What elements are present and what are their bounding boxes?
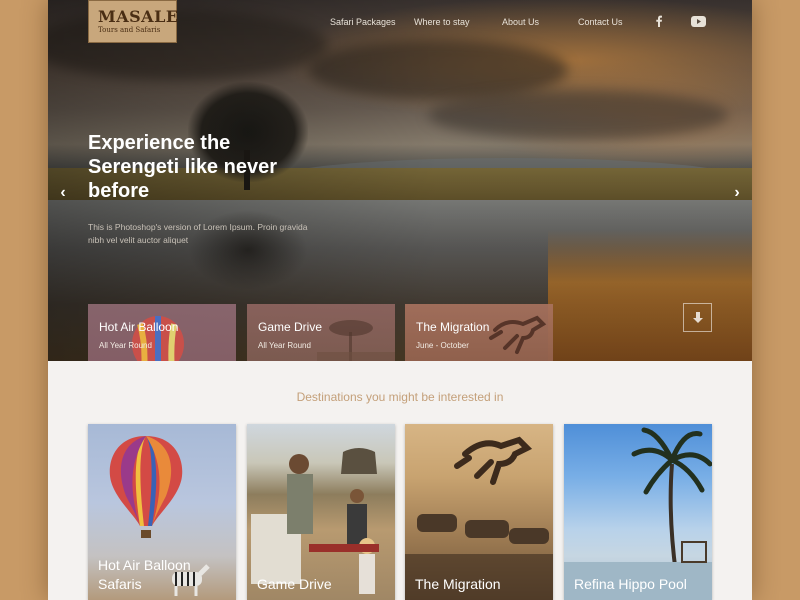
wildebeest-image: [489, 315, 547, 354]
featured-card-title: Game Drive: [258, 320, 323, 334]
destination-card-title: Hot Air Balloon Safaris: [98, 556, 191, 594]
slider-next-arrow[interactable]: ›: [730, 185, 744, 201]
nav-item-where-to-stay[interactable]: Where to stay: [414, 17, 470, 27]
nav-item-contact-us[interactable]: Contact Us: [578, 17, 623, 27]
destination-card-title: Refina Hippo Pool: [574, 575, 687, 594]
page-frame: MASALE Tours and Safaris Safari Packages…: [48, 0, 752, 600]
featured-card-subtitle: June - October: [416, 341, 469, 350]
destination-card-title-line1: Hot Air Balloon: [98, 557, 191, 573]
destination-card-title-line1: The Migration: [415, 576, 501, 592]
destination-card-game-drive[interactable]: Game Drive: [247, 424, 395, 600]
featured-card-the-migration[interactable]: The Migration June - October: [405, 304, 553, 361]
featured-card-title: Hot Air Balloon: [99, 320, 179, 334]
destination-card-title-line1: Refina Hippo Pool: [574, 576, 687, 592]
scroll-down-button[interactable]: [683, 303, 712, 332]
destination-card-title-line1: Game Drive: [257, 576, 332, 592]
destination-card-the-migration[interactable]: The Migration: [405, 424, 553, 600]
featured-card-hot-air-balloon[interactable]: Hot Air Balloon All Year Round: [88, 304, 236, 361]
destination-card-title: The Migration: [415, 575, 501, 594]
destinations-heading: Destinations you might be interested in: [296, 390, 504, 404]
palm-tree-image: [564, 427, 712, 600]
destination-card-hot-air-balloon[interactable]: Hot Air Balloon Safaris: [88, 424, 236, 600]
featured-card-title: The Migration: [416, 320, 490, 334]
hero-title: Experience the Serengeti like never befo…: [88, 132, 277, 202]
youtube-icon[interactable]: [689, 14, 707, 28]
facebook-icon[interactable]: [652, 14, 666, 28]
brand-logo[interactable]: MASALE Tours and Safaris: [88, 0, 179, 43]
destination-card-title-line2: Safaris: [98, 576, 142, 592]
arrow-down-icon: [692, 311, 703, 323]
brand-tagline: Tours and Safaris: [98, 26, 161, 34]
featured-card-subtitle: All Year Round: [258, 341, 311, 350]
slider-prev-arrow[interactable]: ‹: [56, 185, 70, 201]
hero-subtitle: This is Photoshop's version of Lorem Ips…: [88, 222, 308, 245]
destination-card-refina-hippo-pool[interactable]: Refina Hippo Pool: [564, 424, 712, 600]
brand-name: MASALE: [98, 7, 179, 26]
wildebeest-herd-image: [405, 436, 553, 600]
featured-card-game-drive[interactable]: Game Drive All Year Round: [247, 304, 395, 361]
balloon-image: [109, 436, 183, 538]
nav-item-safari-packages[interactable]: Safari Packages: [330, 17, 396, 27]
brand-text: MASALE Tours and Safaris: [98, 9, 179, 34]
acacia-image: [317, 320, 395, 361]
featured-card-subtitle: All Year Round: [99, 341, 152, 350]
nav-item-about-us[interactable]: About Us: [502, 17, 539, 27]
destination-card-title: Game Drive: [257, 575, 332, 594]
